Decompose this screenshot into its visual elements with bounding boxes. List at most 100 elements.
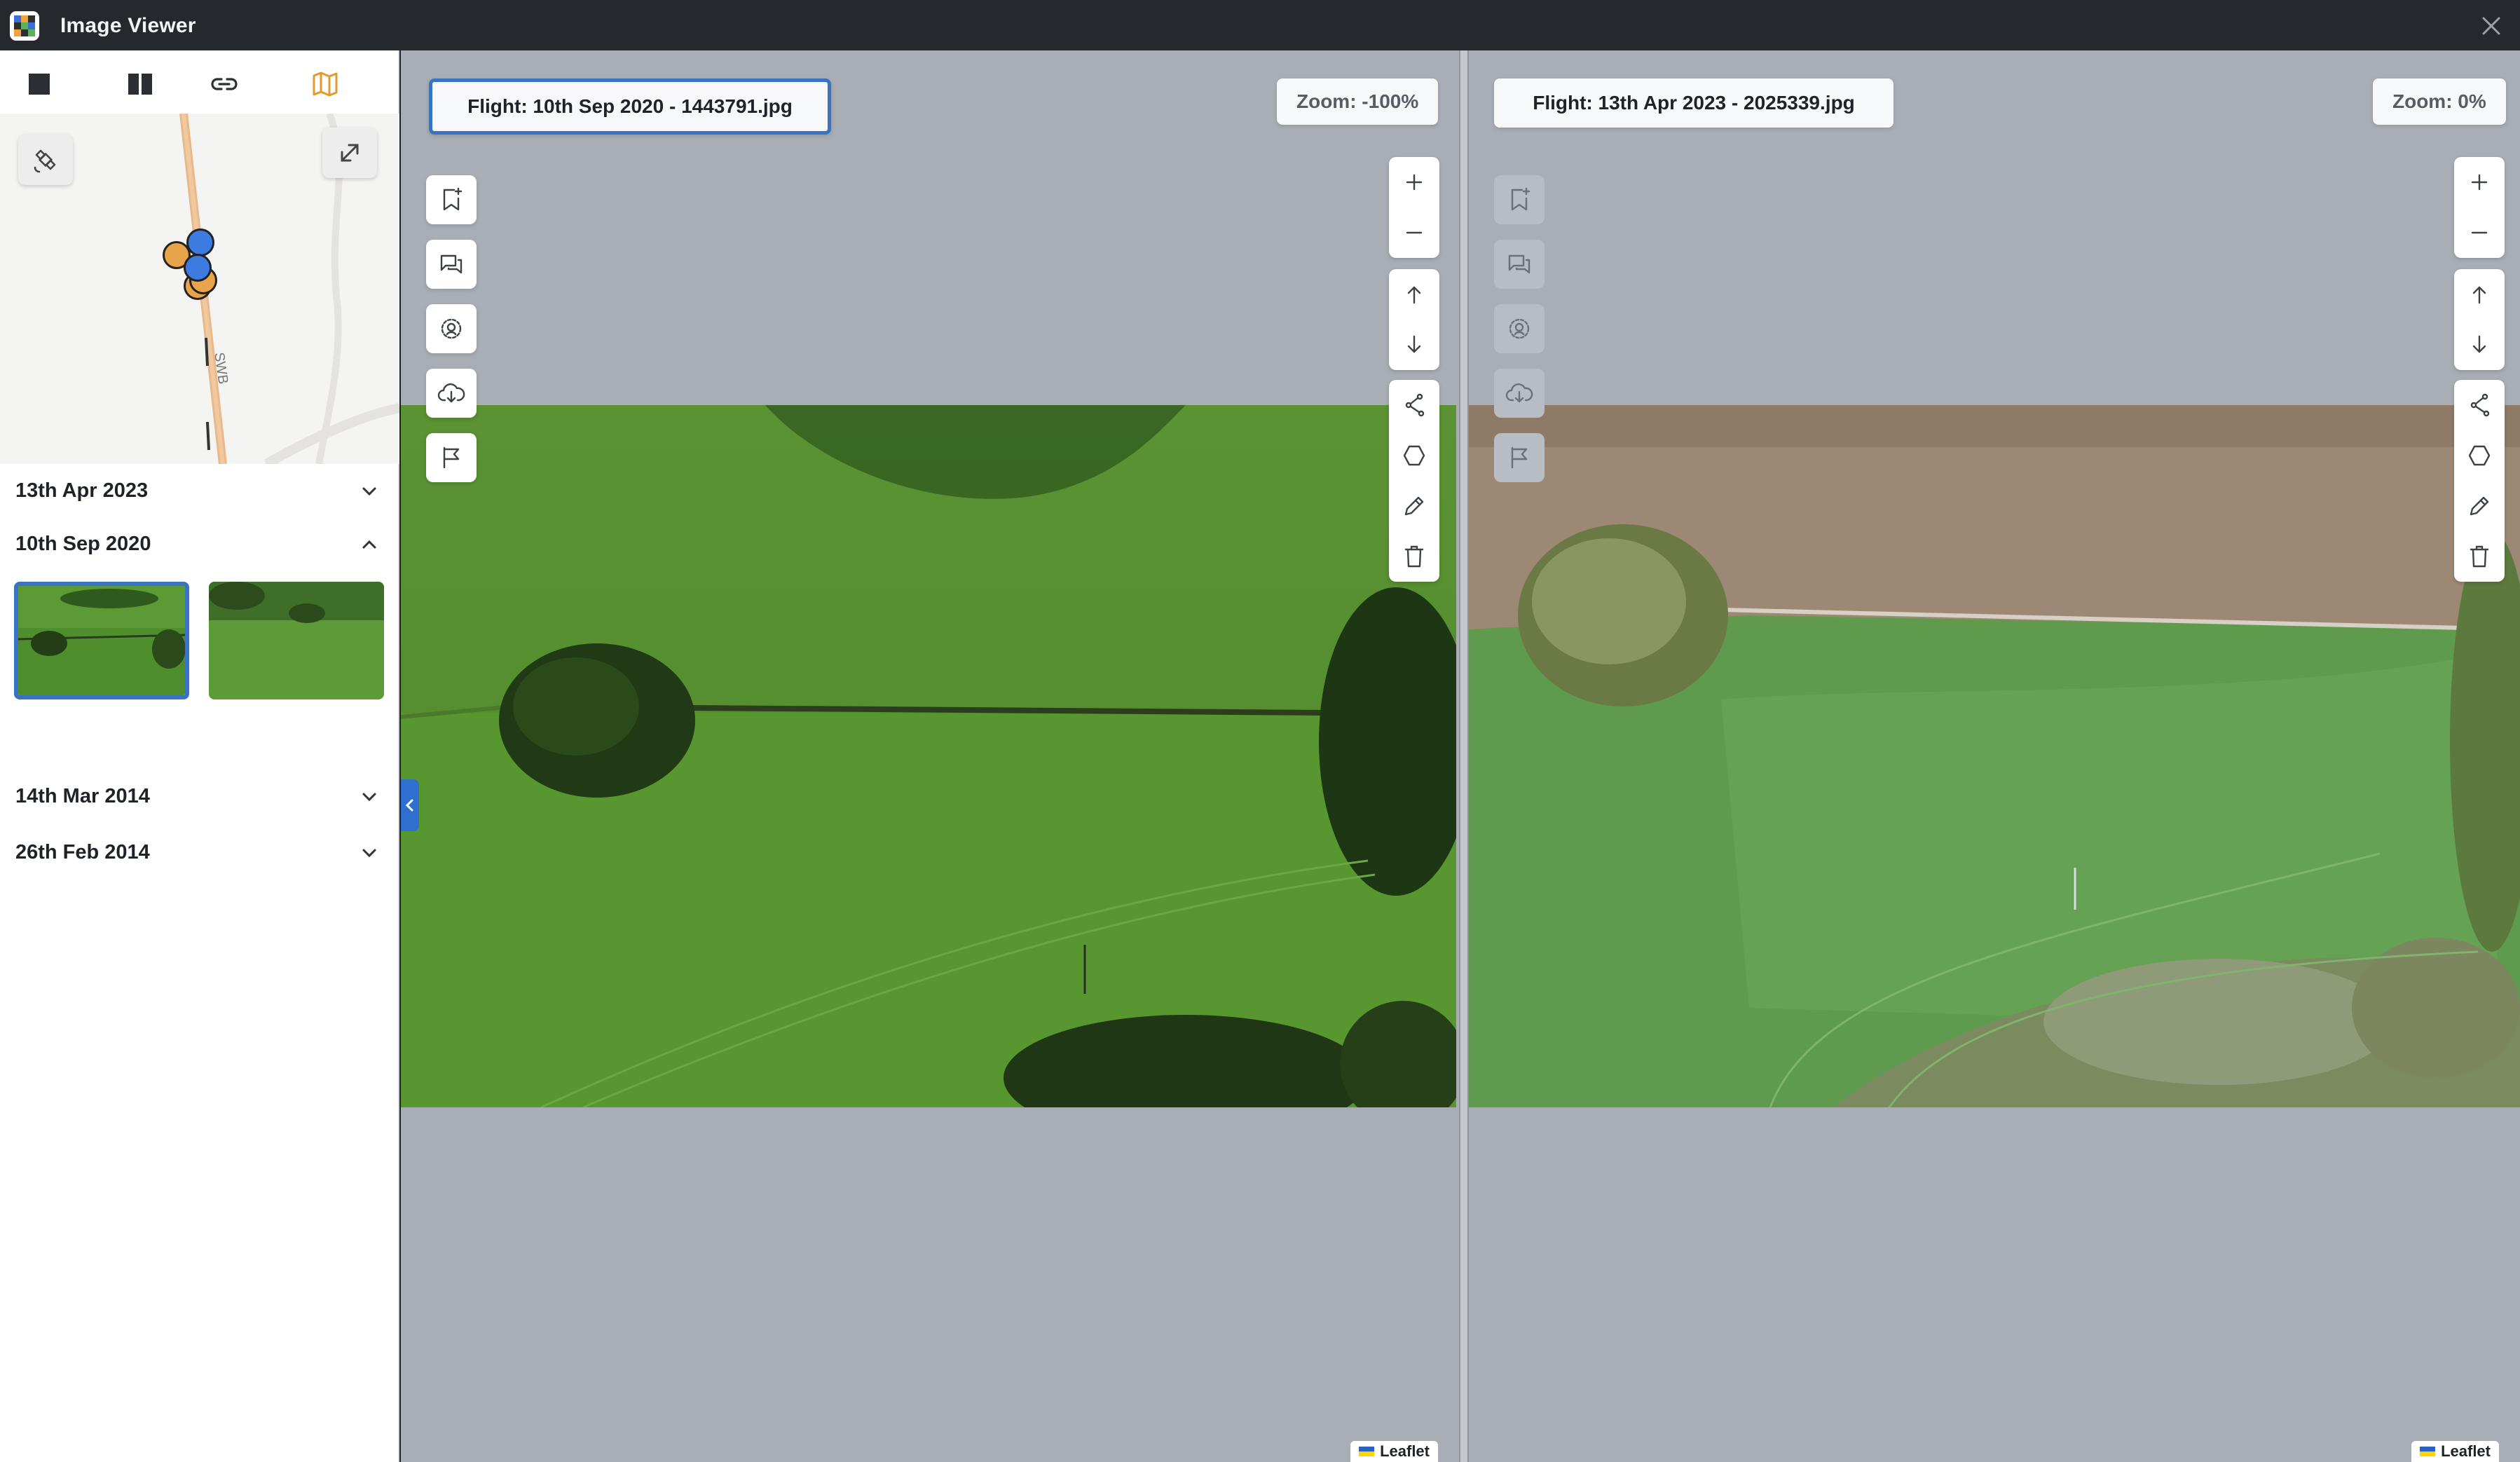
- next-image-button[interactable]: [1389, 320, 1439, 370]
- previous-image-button[interactable]: [2454, 269, 2505, 320]
- map-view-button[interactable]: [304, 64, 346, 104]
- bookmark-add-icon: [1511, 187, 1531, 211]
- previous-image-button[interactable]: [1389, 269, 1439, 320]
- date-group-header[interactable]: 26th Feb 2014: [0, 826, 399, 879]
- satellite-layer-button[interactable]: [18, 135, 73, 185]
- title-bar: Image Viewer: [0, 0, 2520, 50]
- zoom-out-button[interactable]: [2454, 207, 2505, 258]
- flag-icon: [443, 446, 460, 469]
- map-attribution-right[interactable]: Leaflet: [2411, 1441, 2499, 1462]
- chevron-down-icon: [362, 487, 376, 496]
- date-group-label: 10th Sep 2020: [15, 532, 151, 555]
- draw-polygon-button[interactable]: [2454, 430, 2505, 481]
- trash-icon: [2470, 545, 2489, 568]
- map-attribution-left[interactable]: Leaflet: [1350, 1441, 1438, 1462]
- polyline-icon: [2470, 393, 2490, 417]
- draw-polygon-button[interactable]: [1389, 430, 1439, 481]
- collapse-sidebar-button[interactable]: [401, 779, 419, 831]
- map-marker-blue[interactable]: [184, 254, 212, 282]
- flag-button[interactable]: [426, 433, 477, 482]
- location-target-icon: [441, 318, 462, 339]
- arrow-up-icon: [1407, 286, 1421, 304]
- zoom-in-button[interactable]: [1389, 157, 1439, 207]
- flight-thumbnail[interactable]: [209, 582, 384, 699]
- single-view-button[interactable]: [18, 64, 60, 104]
- zoom-level-right: Zoom: 0%: [2373, 78, 2506, 125]
- bookmark-button[interactable]: [426, 175, 477, 224]
- date-group-header[interactable]: 14th Mar 2014: [0, 770, 399, 823]
- split-view-icon: [128, 74, 152, 95]
- window-title: Image Viewer: [60, 14, 196, 37]
- aerial-photo-left[interactable]: [401, 405, 1456, 1107]
- arrow-up-icon: [2472, 286, 2486, 304]
- aerial-photo-right[interactable]: [1469, 405, 2520, 1107]
- date-group-header[interactable]: 13th Apr 2023: [0, 464, 399, 517]
- flight-thumbnail-selected[interactable]: [14, 582, 189, 699]
- map-icon: [313, 71, 338, 97]
- cloud-download-icon: [437, 383, 465, 403]
- attribution-label: Leaflet: [1380, 1442, 1430, 1460]
- delete-shapes-button[interactable]: [1389, 531, 1439, 582]
- right-image-pane[interactable]: Flight: 13th Apr 2023 - 2025339.jpg Zoom…: [1469, 50, 2520, 1462]
- pane-divider[interactable]: [1459, 50, 1469, 1462]
- download-button[interactable]: [1494, 369, 1545, 418]
- minus-icon: [2471, 231, 2488, 234]
- navigate-controls-right: [2454, 269, 2505, 370]
- comments-button[interactable]: [1494, 240, 1545, 289]
- satellite-icon: [34, 149, 56, 173]
- view-mode-toolbar: [0, 50, 399, 114]
- trash-icon: [1404, 545, 1424, 568]
- app-logo-icon: [10, 11, 39, 41]
- locate-button[interactable]: [426, 304, 477, 353]
- bookmark-button[interactable]: [1494, 175, 1545, 224]
- chevron-down-icon: [362, 849, 376, 858]
- flight-label-right: Flight: 13th Apr 2023 - 2025339.jpg: [1494, 78, 1894, 128]
- location-target-icon: [1509, 318, 1530, 339]
- date-group-header[interactable]: 10th Sep 2020: [0, 517, 399, 571]
- polyline-icon: [1405, 393, 1425, 417]
- next-image-button[interactable]: [2454, 320, 2505, 370]
- draw-polyline-button[interactable]: [1389, 380, 1439, 430]
- delete-shapes-button[interactable]: [2454, 531, 2505, 582]
- flight-label-left: Flight: 10th Sep 2020 - 1443791.jpg: [429, 78, 831, 135]
- left-image-pane[interactable]: Flight: 10th Sep 2020 - 1443791.jpg Zoom…: [401, 50, 1459, 1462]
- draw-polyline-button[interactable]: [2454, 380, 2505, 430]
- locate-button[interactable]: [1494, 304, 1545, 353]
- arrow-down-icon: [1407, 335, 1421, 353]
- expand-map-button[interactable]: [322, 128, 377, 178]
- draw-tools-right: [2454, 380, 2505, 582]
- zoom-out-button[interactable]: [1389, 207, 1439, 258]
- comments-button[interactable]: [426, 240, 477, 289]
- flag-icon: [1511, 446, 1528, 469]
- date-group-label: 26th Feb 2014: [15, 840, 150, 863]
- ukraine-flag-icon: [2420, 1447, 2436, 1456]
- zoom-level-left: Zoom: -100%: [1277, 78, 1439, 125]
- sidebar: SWB 13th Apr 2023 10th Sep 2020 14th Mar…: [0, 50, 399, 1462]
- zoom-controls-left: [1389, 157, 1439, 258]
- navigate-controls-left: [1389, 269, 1439, 370]
- plus-icon: [2471, 174, 2488, 191]
- download-button[interactable]: [426, 369, 477, 418]
- bookmark-add-icon: [443, 187, 463, 211]
- edit-shapes-button[interactable]: [2454, 481, 2505, 531]
- link-icon: [211, 78, 238, 90]
- zoom-in-button[interactable]: [2454, 157, 2505, 207]
- attribution-label: Leaflet: [2441, 1442, 2491, 1460]
- date-group-label: 14th Mar 2014: [15, 784, 150, 807]
- close-window-button[interactable]: [2477, 11, 2506, 41]
- chevron-left-icon: [405, 799, 413, 812]
- date-group-label: 13th Apr 2023: [15, 479, 149, 502]
- edit-shapes-button[interactable]: [1389, 481, 1439, 531]
- mini-map[interactable]: SWB: [0, 114, 399, 464]
- link-views-button[interactable]: [203, 64, 245, 104]
- zoom-controls-right: [2454, 157, 2505, 258]
- chevron-down-icon: [362, 793, 376, 802]
- chevron-up-icon: [362, 540, 376, 549]
- pencil-icon: [2470, 496, 2489, 516]
- flag-button[interactable]: [1494, 433, 1545, 482]
- comments-icon: [440, 254, 463, 274]
- cloud-download-icon: [1505, 383, 1533, 403]
- ukraine-flag-icon: [1359, 1447, 1375, 1456]
- map-marker-blue[interactable]: [186, 228, 214, 257]
- split-view-button[interactable]: [119, 64, 161, 104]
